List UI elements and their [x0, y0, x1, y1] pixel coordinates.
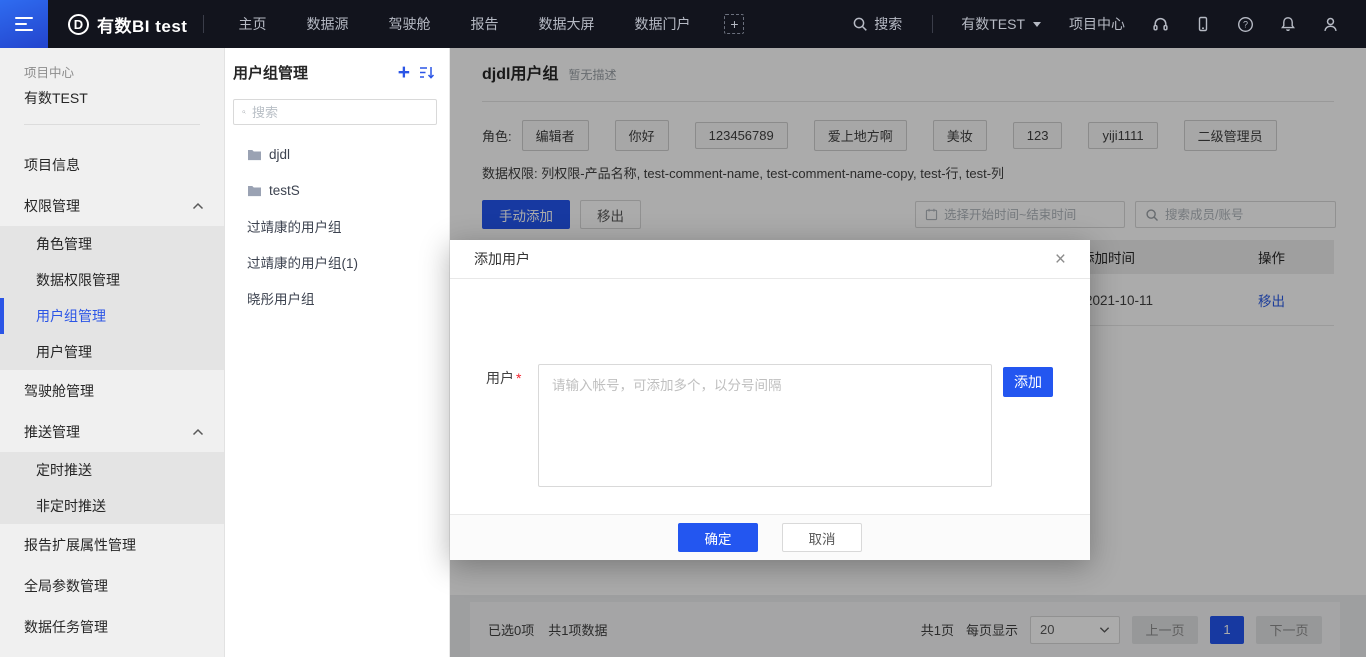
- group-panel-title: 用户组管理: [233, 62, 391, 83]
- bell-icon[interactable]: [1267, 0, 1309, 48]
- chevron-down-icon: [1033, 22, 1041, 27]
- add-group-icon[interactable]: +: [391, 64, 417, 82]
- app-logo: D 有数BI test: [68, 12, 187, 37]
- nav-menu: 主页 数据源 驾驶舱 报告 数据大屏 数据门户 +: [218, 0, 744, 48]
- sort-icon[interactable]: [417, 65, 437, 80]
- sidebar-item-permission-mgmt[interactable]: 权限管理: [0, 185, 224, 226]
- sidebar-item-role-mgmt[interactable]: 角色管理: [0, 226, 224, 262]
- modal-title: 添加用户: [474, 249, 530, 269]
- org-switcher[interactable]: 有数TEST: [947, 0, 1055, 48]
- support-headset-icon[interactable]: [1139, 0, 1182, 48]
- sidebar-item-cockpit-mgmt[interactable]: 驾驶舱管理: [0, 370, 224, 411]
- group-item[interactable]: 过靖康的用户组: [225, 208, 449, 244]
- sidebar-item-scheduled-push[interactable]: 定时推送: [0, 452, 224, 488]
- nav-item-datasource[interactable]: 数据源: [286, 0, 368, 48]
- add-user-modal: 添加用户 × 用户* 添加 确定 取消: [450, 240, 1090, 560]
- sidebar-item-user-group-mgmt[interactable]: 用户组管理: [0, 298, 224, 334]
- modal-body: 用户* 添加: [450, 279, 1090, 514]
- nav-item-bigscreen[interactable]: 数据大屏: [518, 0, 614, 48]
- sidebar-item-report-ext-attr-mgmt[interactable]: 报告扩展属性管理: [0, 524, 224, 565]
- modal-footer: 确定 取消: [450, 514, 1090, 560]
- chevron-up-icon: [192, 428, 204, 436]
- sidebar-item-data-task-mgmt[interactable]: 数据任务管理: [0, 606, 224, 647]
- user-avatar-icon[interactable]: [1309, 0, 1352, 48]
- add-account-button[interactable]: 添加: [1003, 367, 1053, 397]
- nav-item-portal[interactable]: 数据门户: [614, 0, 710, 48]
- search-icon: [852, 16, 868, 32]
- group-item[interactable]: 晓彤用户组: [225, 280, 449, 316]
- nav-divider: [203, 15, 204, 33]
- close-icon[interactable]: ×: [1055, 250, 1066, 269]
- modal-header: 添加用户 ×: [450, 240, 1090, 279]
- top-navbar: D 有数BI test 主页 数据源 驾驶舱 报告 数据大屏 数据门户 + 搜索…: [0, 0, 1366, 48]
- logo-icon: D: [68, 14, 89, 35]
- confirm-button[interactable]: 确定: [678, 523, 758, 552]
- chevron-up-icon: [192, 202, 204, 210]
- user-field-label: 用户*: [486, 368, 521, 388]
- sidebar-item-operation-log-mgmt[interactable]: 操作日志管理: [0, 647, 224, 657]
- user-group-panel: 用户组管理 + djdl testS 过靖康的用户组 过靖康的用户组(1) 晓彤…: [225, 48, 450, 657]
- svg-text:?: ?: [1243, 19, 1248, 29]
- group-search-input[interactable]: [252, 105, 428, 120]
- nav-right: 搜索 有数TEST 项目中心 ?: [838, 0, 1366, 48]
- sidebar-divider: [24, 124, 200, 125]
- group-search-box: [233, 99, 437, 125]
- project-center-link[interactable]: 项目中心: [1055, 0, 1139, 48]
- sidebar-item-project-info[interactable]: 项目信息: [0, 144, 224, 185]
- group-panel-header: 用户组管理 +: [225, 48, 449, 83]
- search-icon: [242, 105, 246, 119]
- sidebar-caption: 项目中心: [24, 62, 200, 81]
- sidebar-project-name: 有数TEST: [24, 88, 200, 108]
- logo-text: 有数BI test: [97, 12, 187, 37]
- user-accounts-textarea[interactable]: [538, 364, 992, 487]
- nav-item-cockpit[interactable]: 驾驶舱: [368, 0, 450, 48]
- sidebar-header: 项目中心 有数TEST: [0, 48, 224, 108]
- nav-divider: [932, 15, 933, 33]
- sidebar-item-user-mgmt[interactable]: 用户管理: [0, 334, 224, 370]
- menu-icon[interactable]: [0, 0, 48, 48]
- global-search[interactable]: 搜索: [838, 0, 916, 48]
- sidebar-item-global-param-mgmt[interactable]: 全局参数管理: [0, 565, 224, 606]
- cancel-button[interactable]: 取消: [782, 523, 862, 552]
- page-body: 项目中心 有数TEST 项目信息 权限管理 角色管理 数据权限管理 用户组管理 …: [0, 48, 1366, 657]
- required-mark: *: [516, 370, 521, 386]
- group-item[interactable]: 过靖康的用户组(1): [225, 244, 449, 280]
- add-module-icon[interactable]: +: [724, 14, 744, 34]
- project-sidebar: 项目中心 有数TEST 项目信息 权限管理 角色管理 数据权限管理 用户组管理 …: [0, 48, 225, 657]
- group-list: djdl testS 过靖康的用户组 过靖康的用户组(1) 晓彤用户组: [225, 136, 449, 316]
- sidebar-item-push-mgmt[interactable]: 推送管理: [0, 411, 224, 452]
- mobile-app-icon[interactable]: [1182, 0, 1224, 48]
- nav-item-home[interactable]: 主页: [218, 0, 286, 48]
- folder-icon: [247, 148, 262, 161]
- folder-icon: [247, 184, 262, 197]
- sidebar-item-data-permission-mgmt[interactable]: 数据权限管理: [0, 262, 224, 298]
- nav-item-report[interactable]: 报告: [450, 0, 518, 48]
- sidebar-item-unscheduled-push[interactable]: 非定时推送: [0, 488, 224, 524]
- group-folder-tests[interactable]: testS: [225, 172, 449, 208]
- help-icon[interactable]: ?: [1224, 0, 1267, 48]
- group-folder-djdl[interactable]: djdl: [225, 136, 449, 172]
- sidebar-menu: 项目信息 权限管理 角色管理 数据权限管理 用户组管理 用户管理 驾驶舱管理 推…: [0, 144, 224, 657]
